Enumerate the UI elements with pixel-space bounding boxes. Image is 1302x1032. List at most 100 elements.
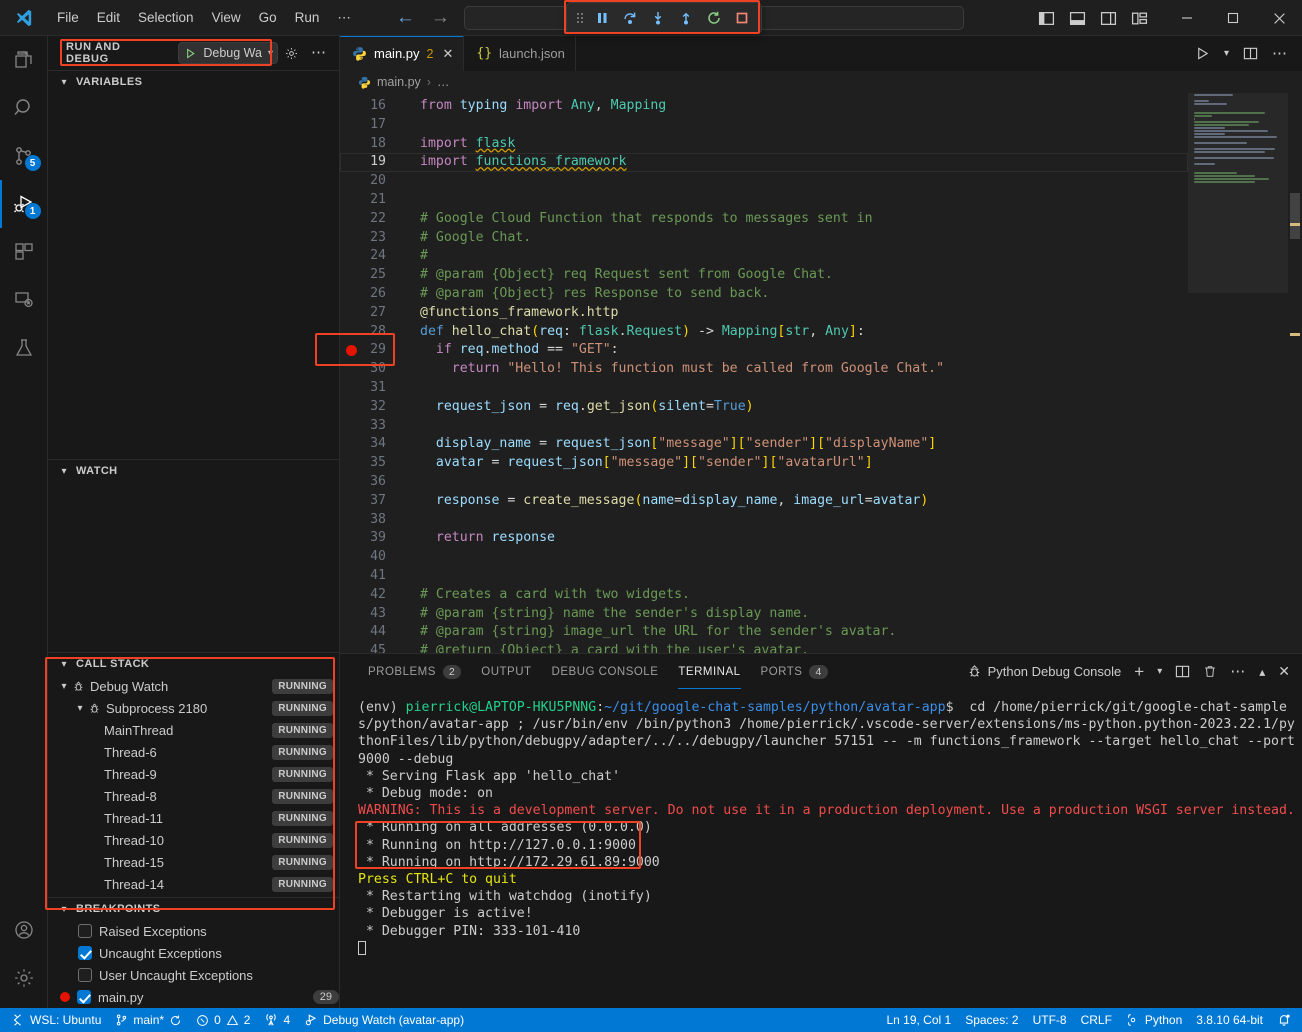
call-stack-row[interactable]: ▾Debug WatchRUNNING [48,675,339,697]
call-stack-row[interactable]: Thread-6RUNNING [48,741,339,763]
line-code[interactable] [402,379,420,398]
debug-toolbar[interactable] [566,2,762,34]
run-python-file-icon[interactable] [1195,46,1210,61]
code-line[interactable]: 25# @param {Object} req Request sent fro… [340,266,1188,285]
code-line[interactable]: 44# @param {string} image_url the URL fo… [340,623,1188,642]
line-code[interactable]: def hello_chat(req: flask.Request) -> Ma… [402,323,865,342]
kill-terminal-icon[interactable] [1203,664,1217,679]
breakpoint-gutter[interactable] [340,304,362,323]
step-into-button[interactable] [645,5,671,31]
code-line[interactable]: 28def hello_chat(req: flask.Request) -> … [340,323,1188,342]
breakpoint-row[interactable]: User Uncaught Exceptions [48,964,339,986]
breakpoint-gutter[interactable] [340,323,362,342]
code-line[interactable]: 43# @param {string} name the sender's di… [340,605,1188,624]
activity-item-extensions[interactable] [0,228,48,276]
panel-tab-problems[interactable]: PROBLEMS2 [358,654,471,689]
code-editor[interactable]: 16from typing import Any, Mapping1718imp… [340,93,1302,653]
pause-button[interactable] [589,5,615,31]
code-line[interactable]: 40 [340,548,1188,567]
breakpoint-gutter[interactable] [340,153,362,172]
breakpoint-gutter[interactable] [340,417,362,436]
code-line[interactable]: 20 [340,172,1188,191]
status-indentation[interactable]: Spaces: 2 [958,1008,1025,1032]
breakpoint-gutter[interactable] [340,529,362,548]
breakpoint-gutter[interactable] [340,285,362,304]
breakpoint-gutter[interactable] [340,567,362,586]
status-eol[interactable]: CRLF [1074,1008,1119,1032]
status-cursor-position[interactable]: Ln 19, Col 1 [879,1008,958,1032]
code-line[interactable]: 42# Creates a card with two widgets. [340,586,1188,605]
code-line[interactable]: 35 avatar = request_json["message"]["sen… [340,454,1188,473]
activity-item-testing[interactable] [0,324,48,372]
watch-section-header[interactable]: ▾ WATCH [48,460,339,482]
menu-run[interactable]: Run [286,6,329,29]
call-stack-row[interactable]: Thread-8RUNNING [48,785,339,807]
breakpoint-gutter[interactable] [340,398,362,417]
breakpoint-checkbox[interactable] [78,946,92,960]
line-code[interactable]: request_json = req.get_json(silent=True) [402,398,754,417]
line-code[interactable]: # Creates a card with two widgets. [402,586,690,605]
chevron-down-icon[interactable]: ▾ [56,77,72,88]
call-stack-row[interactable]: Thread-15RUNNING [48,851,339,873]
breakpoint-gutter[interactable] [340,341,362,360]
line-code[interactable]: # @param {Object} req Request sent from … [402,266,833,285]
variables-section-header[interactable]: ▾ VARIABLES [48,71,339,93]
code-line[interactable]: 41 [340,567,1188,586]
breakpoints-section-header[interactable]: ▾ BREAKPOINTS [48,898,339,920]
scrollbar-thumb[interactable] [1290,193,1300,239]
go-back-icon[interactable]: ← [396,8,415,27]
activity-item-search[interactable] [0,84,48,132]
code-line[interactable]: 17 [340,116,1188,135]
breakpoint-gutter[interactable] [340,492,362,511]
breakpoint-gutter[interactable] [340,548,362,567]
breakpoint-gutter[interactable] [340,379,362,398]
code-line[interactable]: 45# @return {Object} a card with the use… [340,642,1188,653]
breakpoint-gutter[interactable] [340,360,362,379]
status-notifications[interactable] [1270,1008,1298,1032]
toggle-primary-sidebar-icon[interactable] [1038,10,1055,27]
activity-item-source-control[interactable]: 5 [0,132,48,180]
panel-tab-ports[interactable]: PORTS4 [751,654,838,689]
line-code[interactable]: # [402,247,428,266]
menu-selection[interactable]: Selection [129,6,203,29]
line-code[interactable] [402,473,420,492]
line-code[interactable]: @functions_framework.http [402,304,619,323]
new-terminal-icon[interactable]: + [1134,666,1144,678]
breakpoint-row[interactable]: Uncaught Exceptions [48,942,339,964]
code-line[interactable]: 24# [340,247,1188,266]
tab-launch-json[interactable]: {} launch.json [464,36,575,71]
close-icon[interactable]: ✕ [442,46,453,62]
status-encoding[interactable]: UTF-8 [1026,1008,1074,1032]
call-stack-row[interactable]: Thread-9RUNNING [48,763,339,785]
minimize-button[interactable] [1164,0,1210,36]
status-problems[interactable]: 0 2 [189,1008,257,1032]
step-out-button[interactable] [673,5,699,31]
line-code[interactable]: import flask [402,135,515,154]
line-code[interactable]: avatar = request_json["message"]["sender… [402,454,873,473]
maximize-button[interactable] [1210,0,1256,36]
breakpoint-dot-icon[interactable] [346,345,357,356]
line-code[interactable]: # Google Chat. [402,229,531,248]
code-line[interactable]: 21 [340,191,1188,210]
more-actions-icon[interactable]: ⋯ [311,48,327,58]
line-code[interactable] [402,172,420,191]
code-content[interactable]: 16from typing import Any, Mapping1718imp… [340,93,1188,653]
menu-bar[interactable]: File Edit Selection View Go Run ⋯ [48,6,360,30]
editor-scrollbar[interactable] [1288,93,1302,653]
line-code[interactable]: # @param {string} image_url the URL for … [402,623,896,642]
code-line[interactable]: 37 response = create_message(name=displa… [340,492,1188,511]
line-code[interactable]: if req.method == "GET": [402,341,619,360]
breakpoint-gutter[interactable] [340,623,362,642]
status-git-branch[interactable]: main* [108,1008,189,1032]
tab-main-py[interactable]: main.py 2 ✕ [340,36,464,71]
breakpoint-checkbox[interactable] [78,968,92,982]
toggle-panel-icon[interactable] [1069,10,1086,27]
breadcrumb-file[interactable]: main.py [377,75,421,89]
code-line[interactable]: 31 [340,379,1188,398]
chevron-down-icon[interactable]: ▾ [56,904,72,915]
go-forward-icon[interactable]: → [431,8,450,27]
line-code[interactable]: # @param {string} name the sender's disp… [402,605,809,624]
menu-go[interactable]: Go [250,6,286,29]
drag-handle-icon[interactable] [573,5,587,31]
code-line[interactable]: 27@functions_framework.http [340,304,1188,323]
